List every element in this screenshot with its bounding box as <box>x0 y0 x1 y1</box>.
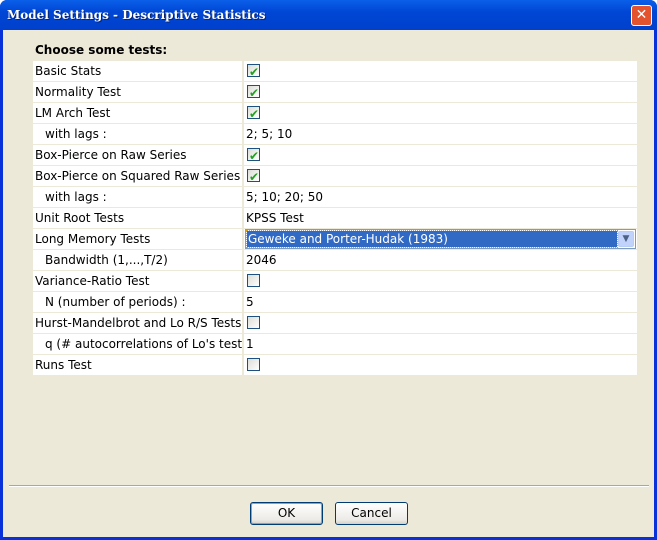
checkbox[interactable]: ✔ <box>247 106 260 121</box>
check-icon: ✔ <box>249 86 260 100</box>
setting-label: Box-Pierce on Squared Raw Series <box>33 166 244 186</box>
section-heading: Choose some tests: <box>35 43 168 57</box>
setting-row: Variance-Ratio Test <box>33 271 637 292</box>
setting-row: Basic Stats ✔ <box>33 61 637 82</box>
dialog-body: Choose some tests: Basic Stats ✔ Normality… <box>3 30 654 537</box>
setting-row: Long Memory Tests Geweke and Porter-Hudak… <box>33 229 637 250</box>
checkbox[interactable]: ✔ <box>247 148 260 163</box>
setting-label: Bandwidth (1,...,T/2) <box>33 250 244 270</box>
checkbox[interactable] <box>247 316 260 329</box>
setting-value-cell: ✔ <box>244 145 637 165</box>
setting-value-cell <box>244 313 637 333</box>
setting-value-field[interactable]: 2046 <box>244 250 637 270</box>
setting-label: with lags : <box>33 124 244 144</box>
setting-value-cell: ✔ <box>244 103 637 123</box>
setting-row: Bandwidth (1,...,T/2) 2046 <box>33 250 637 271</box>
setting-value-field[interactable]: KPSS Test <box>244 208 637 228</box>
setting-label: Normality Test <box>33 82 244 102</box>
setting-row: N (number of periods) :5 <box>33 292 637 313</box>
setting-label: Basic Stats <box>33 61 244 81</box>
setting-row: Runs Test <box>33 355 637 376</box>
check-icon: ✔ <box>249 170 260 184</box>
setting-label: Long Memory Tests <box>33 229 244 249</box>
setting-label: Variance-Ratio Test <box>33 271 244 291</box>
setting-row: with lags :2; 5; 10 <box>33 124 637 145</box>
setting-label: LM Arch Test <box>33 103 244 123</box>
setting-row: Unit Root Tests KPSS Test <box>33 208 637 229</box>
setting-value-field[interactable]: 1 <box>244 334 637 354</box>
setting-label: Hurst-Mandelbrot and Lo R/S Tests <box>33 313 244 333</box>
chevron-down-icon[interactable]: ▼ <box>618 231 634 247</box>
separator <box>9 485 649 487</box>
setting-row: q (# autocorrelations of Lo's test) 1 <box>33 334 637 355</box>
long-memory-select[interactable]: Geweke and Porter-Hudak (1983) ▼ <box>245 229 636 249</box>
check-icon: ✔ <box>249 149 260 163</box>
setting-row: with lags :5; 10; 20; 50 <box>33 187 637 208</box>
window-title: Model Settings - Descriptive Statistics <box>7 8 266 22</box>
setting-label: with lags : <box>33 187 244 207</box>
checkbox[interactable]: ✔ <box>247 64 260 79</box>
setting-row: LM Arch Test ✔ <box>33 103 637 124</box>
setting-label: Box-Pierce on Raw Series <box>33 145 244 165</box>
setting-label: Runs Test <box>33 355 244 375</box>
setting-value-cell: ✔ <box>244 166 637 186</box>
check-icon: ✔ <box>249 107 260 121</box>
setting-value-cell <box>244 355 637 375</box>
checkbox[interactable]: ✔ <box>247 85 260 100</box>
select-value: Geweke and Porter-Hudak (1983) <box>246 230 618 248</box>
setting-label: q (# autocorrelations of Lo's test) <box>33 334 244 354</box>
checkbox[interactable] <box>247 274 260 287</box>
setting-row: Hurst-Mandelbrot and Lo R/S Tests <box>33 313 637 334</box>
setting-value-cell: ✔ <box>244 82 637 102</box>
dialog-window: Model Settings - Descriptive Statistics … <box>0 0 657 540</box>
setting-value-cell: Geweke and Porter-Hudak (1983) ▼ <box>244 229 637 249</box>
settings-table: Basic Stats ✔ Normality Test ✔ LM Arch Test ✔… <box>33 61 637 376</box>
setting-row: Box-Pierce on Raw Series ✔ <box>33 145 637 166</box>
checkbox[interactable] <box>247 358 260 371</box>
setting-value-cell <box>244 271 637 291</box>
setting-row: Box-Pierce on Squared Raw Series ✔ <box>33 166 637 187</box>
setting-label: Unit Root Tests <box>33 208 244 228</box>
setting-value-cell: ✔ <box>244 61 637 81</box>
cancel-button[interactable]: Cancel <box>335 502 408 525</box>
setting-value-field[interactable]: 2; 5; 10 <box>244 124 637 144</box>
title-bar[interactable]: Model Settings - Descriptive Statistics … <box>0 0 657 30</box>
setting-value-field[interactable]: 5 <box>244 292 637 312</box>
setting-value-field[interactable]: 5; 10; 20; 50 <box>244 187 637 207</box>
check-icon: ✔ <box>249 65 260 79</box>
setting-label: N (number of periods) : <box>33 292 244 312</box>
ok-button[interactable]: OK <box>250 502 323 525</box>
checkbox[interactable]: ✔ <box>247 169 260 184</box>
close-button[interactable]: ✕ <box>631 5 652 26</box>
setting-row: Normality Test ✔ <box>33 82 637 103</box>
